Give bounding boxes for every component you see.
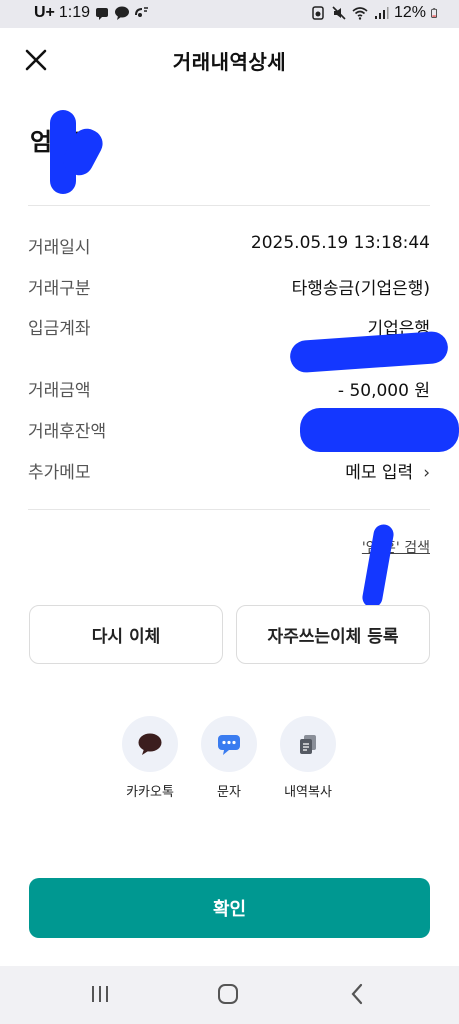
- kakaotalk-icon: [138, 733, 162, 755]
- share-sms[interactable]: 문자: [192, 716, 266, 800]
- header: 거래내역상세: [0, 28, 459, 92]
- message-icon: [96, 8, 109, 20]
- wifi-icon: [352, 7, 368, 20]
- detail-label: 거래구분: [28, 279, 91, 299]
- copy-icon: [300, 735, 316, 754]
- battery-percent: 12%: [393, 4, 426, 21]
- status-bar: U+ 1:19 12%: [0, 0, 459, 28]
- back-icon[interactable]: [344, 982, 372, 1006]
- share-label: 카카오톡: [126, 785, 174, 800]
- retransfer-button[interactable]: 다시 이체: [29, 605, 223, 664]
- signal-icon: [374, 7, 389, 19]
- detail-row-datetime: 거래일시 2025.05.19 13:18:44: [28, 233, 430, 263]
- detail-label: 추가메모: [28, 463, 91, 483]
- share-label: 내역복사: [284, 785, 332, 800]
- detail-row-amount: 거래금액 - 50,000 원: [28, 376, 430, 406]
- home-icon[interactable]: [214, 982, 242, 1006]
- share-icon-circle: [280, 716, 336, 772]
- alarm-icon: [312, 6, 324, 20]
- detail-row-type: 거래구분 타행송금(기업은행): [28, 274, 430, 304]
- divider: [28, 205, 430, 206]
- battery-icon: [431, 8, 437, 18]
- status-right: 12%: [310, 4, 441, 22]
- mute-icon: [332, 6, 346, 20]
- carrier-label: U+: [34, 4, 55, 21]
- redaction-mark: [360, 522, 396, 610]
- confirm-button[interactable]: 확인: [29, 878, 430, 938]
- detail-label: 거래일시: [28, 238, 91, 258]
- detail-value: 타행송금(기업은행): [291, 279, 430, 299]
- status-left: U+ 1:19: [34, 4, 150, 22]
- share-icon-circle: [122, 716, 178, 772]
- redaction-mark: [300, 408, 459, 452]
- voicemail-icon: [135, 7, 149, 17]
- detail-value: 2025.05.19 13:18:44: [250, 233, 430, 253]
- page-title: 거래내역상세: [172, 50, 287, 74]
- recent-apps-icon[interactable]: [86, 982, 114, 1006]
- detail-row-memo[interactable]: 추가메모 메모 입력 ›: [28, 458, 430, 488]
- detail-label: 입금계좌: [28, 319, 91, 339]
- system-nav-bar: [0, 966, 459, 1024]
- share-copy[interactable]: 내역복사: [271, 716, 345, 800]
- share-icon-circle: [201, 716, 257, 772]
- sms-icon: [218, 735, 240, 755]
- transfer-amount: - 50,000 원: [337, 381, 430, 401]
- detail-label: 거래후잔액: [28, 422, 107, 442]
- memo-input-link[interactable]: 메모 입력 ›: [345, 458, 430, 483]
- chevron-right-icon: ›: [423, 463, 430, 483]
- share-label: 문자: [217, 785, 241, 800]
- chat-icon: [115, 6, 130, 20]
- memo-value: 메모 입력: [345, 463, 414, 483]
- share-kakaotalk[interactable]: 카카오톡: [113, 716, 187, 800]
- clock: 1:19: [58, 4, 91, 21]
- divider: [28, 509, 430, 510]
- register-frequent-transfer-button[interactable]: 자주쓰는이체 등록: [236, 605, 430, 664]
- detail-label: 거래금액: [28, 381, 91, 401]
